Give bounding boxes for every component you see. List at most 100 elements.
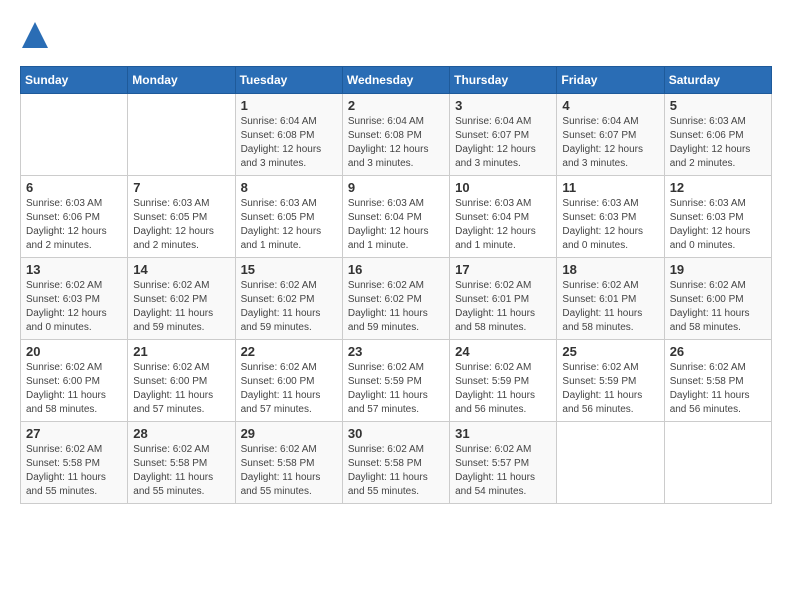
day-cell: 18Sunrise: 6:02 AM Sunset: 6:01 PM Dayli… bbox=[557, 258, 664, 340]
day-info: Sunrise: 6:04 AM Sunset: 6:08 PM Dayligh… bbox=[241, 115, 337, 171]
day-number: 22 bbox=[241, 344, 337, 359]
day-number: 15 bbox=[241, 262, 337, 277]
day-number: 13 bbox=[26, 262, 122, 277]
day-cell bbox=[21, 94, 128, 176]
header-row: SundayMondayTuesdayWednesdayThursdayFrid… bbox=[21, 67, 772, 94]
header-cell-saturday: Saturday bbox=[664, 67, 771, 94]
header-cell-monday: Monday bbox=[128, 67, 235, 94]
day-number: 3 bbox=[455, 98, 551, 113]
day-info: Sunrise: 6:02 AM Sunset: 5:59 PM Dayligh… bbox=[562, 361, 658, 417]
day-info: Sunrise: 6:02 AM Sunset: 5:58 PM Dayligh… bbox=[348, 443, 444, 499]
logo-icon bbox=[20, 20, 50, 50]
day-cell: 5Sunrise: 6:03 AM Sunset: 6:06 PM Daylig… bbox=[664, 94, 771, 176]
day-number: 16 bbox=[348, 262, 444, 277]
day-number: 19 bbox=[670, 262, 766, 277]
day-cell bbox=[128, 94, 235, 176]
day-info: Sunrise: 6:02 AM Sunset: 5:57 PM Dayligh… bbox=[455, 443, 551, 499]
day-cell: 9 Sunrise: 6:03 AM Sunset: 6:04 PM Daylig… bbox=[342, 176, 449, 258]
day-cell: 28Sunrise: 6:02 AM Sunset: 5:58 PM Dayli… bbox=[128, 422, 235, 504]
day-cell: 20Sunrise: 6:02 AM Sunset: 6:00 PM Dayli… bbox=[21, 340, 128, 422]
day-info: Sunrise: 6:03 AM Sunset: 6:03 PM Dayligh… bbox=[670, 197, 766, 253]
header bbox=[20, 20, 772, 50]
day-info: Sunrise: 6:02 AM Sunset: 5:58 PM Dayligh… bbox=[670, 361, 766, 417]
calendar-table: SundayMondayTuesdayWednesdayThursdayFrid… bbox=[20, 66, 772, 504]
day-cell: 16Sunrise: 6:02 AM Sunset: 6:02 PM Dayli… bbox=[342, 258, 449, 340]
day-info: Sunrise: 6:02 AM Sunset: 6:00 PM Dayligh… bbox=[670, 279, 766, 335]
day-number: 23 bbox=[348, 344, 444, 359]
day-number: 2 bbox=[348, 98, 444, 113]
day-info: Sunrise: 6:03 AM Sunset: 6:06 PM Dayligh… bbox=[670, 115, 766, 171]
day-number: 11 bbox=[562, 180, 658, 195]
day-info: Sunrise: 6:04 AM Sunset: 6:08 PM Dayligh… bbox=[348, 115, 444, 171]
day-number: 9 bbox=[348, 180, 444, 195]
day-number: 10 bbox=[455, 180, 551, 195]
day-number: 29 bbox=[241, 426, 337, 441]
day-number: 24 bbox=[455, 344, 551, 359]
day-cell: 3 Sunrise: 6:04 AM Sunset: 6:07 PM Daylig… bbox=[450, 94, 557, 176]
day-info: Sunrise: 6:03 AM Sunset: 6:05 PM Dayligh… bbox=[241, 197, 337, 253]
day-cell: 21 Sunrise: 6:02 AM Sunset: 6:00 PM Dayli… bbox=[128, 340, 235, 422]
day-info: Sunrise: 6:02 AM Sunset: 6:03 PM Dayligh… bbox=[26, 279, 122, 335]
day-number: 18 bbox=[562, 262, 658, 277]
day-cell: 26 Sunrise: 6:02 AM Sunset: 5:58 PM Dayli… bbox=[664, 340, 771, 422]
day-cell: 27 Sunrise: 6:02 AM Sunset: 5:58 PM Dayli… bbox=[21, 422, 128, 504]
header-cell-tuesday: Tuesday bbox=[235, 67, 342, 94]
day-info: Sunrise: 6:02 AM Sunset: 5:58 PM Dayligh… bbox=[241, 443, 337, 499]
day-cell: 12 Sunrise: 6:03 AM Sunset: 6:03 PM Dayli… bbox=[664, 176, 771, 258]
day-cell: 4 Sunrise: 6:04 AM Sunset: 6:07 PM Daylig… bbox=[557, 94, 664, 176]
day-cell: 7 Sunrise: 6:03 AM Sunset: 6:05 PM Daylig… bbox=[128, 176, 235, 258]
day-cell: 8 Sunrise: 6:03 AM Sunset: 6:05 PM Daylig… bbox=[235, 176, 342, 258]
day-number: 28 bbox=[133, 426, 229, 441]
day-number: 12 bbox=[670, 180, 766, 195]
day-number: 7 bbox=[133, 180, 229, 195]
day-number: 8 bbox=[241, 180, 337, 195]
day-info: Sunrise: 6:02 AM Sunset: 5:59 PM Dayligh… bbox=[455, 361, 551, 417]
week-row-4: 20 Sunrise: 6:02 AM Sunset: 6:00 PM Dayli… bbox=[21, 340, 772, 422]
day-number: 14 bbox=[133, 262, 229, 277]
day-cell: 30 Sunrise: 6:02 AM Sunset: 5:58 PM Dayli… bbox=[342, 422, 449, 504]
calendar-header: SundayMondayTuesdayWednesdayThursdayFrid… bbox=[21, 67, 772, 94]
header-cell-thursday: Thursday bbox=[450, 67, 557, 94]
day-cell: 23Sunrise: 6:02 AM Sunset: 5:59 PM Dayli… bbox=[342, 340, 449, 422]
day-cell: 17 Sunrise: 6:02 AM Sunset: 6:01 PM Dayli… bbox=[450, 258, 557, 340]
day-number: 26 bbox=[670, 344, 766, 359]
header-cell-wednesday: Wednesday bbox=[342, 67, 449, 94]
day-cell: 22 Sunrise: 6:02 AM Sunset: 6:00 PM Dayli… bbox=[235, 340, 342, 422]
day-info: Sunrise: 6:02 AM Sunset: 6:01 PM Dayligh… bbox=[455, 279, 551, 335]
day-cell: 6 Sunrise: 6:03 AM Sunset: 6:06 PM Daylig… bbox=[21, 176, 128, 258]
day-number: 27 bbox=[26, 426, 122, 441]
day-info: Sunrise: 6:04 AM Sunset: 6:07 PM Dayligh… bbox=[562, 115, 658, 171]
day-cell: 1 Sunrise: 6:04 AM Sunset: 6:08 PM Daylig… bbox=[235, 94, 342, 176]
day-number: 6 bbox=[26, 180, 122, 195]
day-number: 31 bbox=[455, 426, 551, 441]
day-info: Sunrise: 6:04 AM Sunset: 6:07 PM Dayligh… bbox=[455, 115, 551, 171]
logo bbox=[20, 20, 54, 50]
day-number: 4 bbox=[562, 98, 658, 113]
day-info: Sunrise: 6:03 AM Sunset: 6:05 PM Dayligh… bbox=[133, 197, 229, 253]
day-info: Sunrise: 6:03 AM Sunset: 6:04 PM Dayligh… bbox=[455, 197, 551, 253]
day-cell: 25 Sunrise: 6:02 AM Sunset: 5:59 PM Dayli… bbox=[557, 340, 664, 422]
day-info: Sunrise: 6:02 AM Sunset: 6:00 PM Dayligh… bbox=[133, 361, 229, 417]
day-cell: 29 Sunrise: 6:02 AM Sunset: 5:58 PM Dayli… bbox=[235, 422, 342, 504]
day-cell: 15Sunrise: 6:02 AM Sunset: 6:02 PM Dayli… bbox=[235, 258, 342, 340]
day-cell: 31 Sunrise: 6:02 AM Sunset: 5:57 PM Dayli… bbox=[450, 422, 557, 504]
day-cell: 14Sunrise: 6:02 AM Sunset: 6:02 PM Dayli… bbox=[128, 258, 235, 340]
day-cell: 19 Sunrise: 6:02 AM Sunset: 6:00 PM Dayli… bbox=[664, 258, 771, 340]
day-number: 21 bbox=[133, 344, 229, 359]
day-info: Sunrise: 6:02 AM Sunset: 5:58 PM Dayligh… bbox=[26, 443, 122, 499]
day-cell: 24 Sunrise: 6:02 AM Sunset: 5:59 PM Dayli… bbox=[450, 340, 557, 422]
week-row-1: 1 Sunrise: 6:04 AM Sunset: 6:08 PM Daylig… bbox=[21, 94, 772, 176]
day-number: 20 bbox=[26, 344, 122, 359]
day-number: 25 bbox=[562, 344, 658, 359]
week-row-2: 6 Sunrise: 6:03 AM Sunset: 6:06 PM Daylig… bbox=[21, 176, 772, 258]
day-cell: 10 Sunrise: 6:03 AM Sunset: 6:04 PM Dayli… bbox=[450, 176, 557, 258]
day-info: Sunrise: 6:03 AM Sunset: 6:06 PM Dayligh… bbox=[26, 197, 122, 253]
day-info: Sunrise: 6:03 AM Sunset: 6:04 PM Dayligh… bbox=[348, 197, 444, 253]
day-number: 17 bbox=[455, 262, 551, 277]
day-number: 30 bbox=[348, 426, 444, 441]
header-cell-friday: Friday bbox=[557, 67, 664, 94]
day-info: Sunrise: 6:02 AM Sunset: 6:00 PM Dayligh… bbox=[241, 361, 337, 417]
day-cell: 13 Sunrise: 6:02 AM Sunset: 6:03 PM Dayli… bbox=[21, 258, 128, 340]
day-number: 1 bbox=[241, 98, 337, 113]
day-cell: 11Sunrise: 6:03 AM Sunset: 6:03 PM Dayli… bbox=[557, 176, 664, 258]
